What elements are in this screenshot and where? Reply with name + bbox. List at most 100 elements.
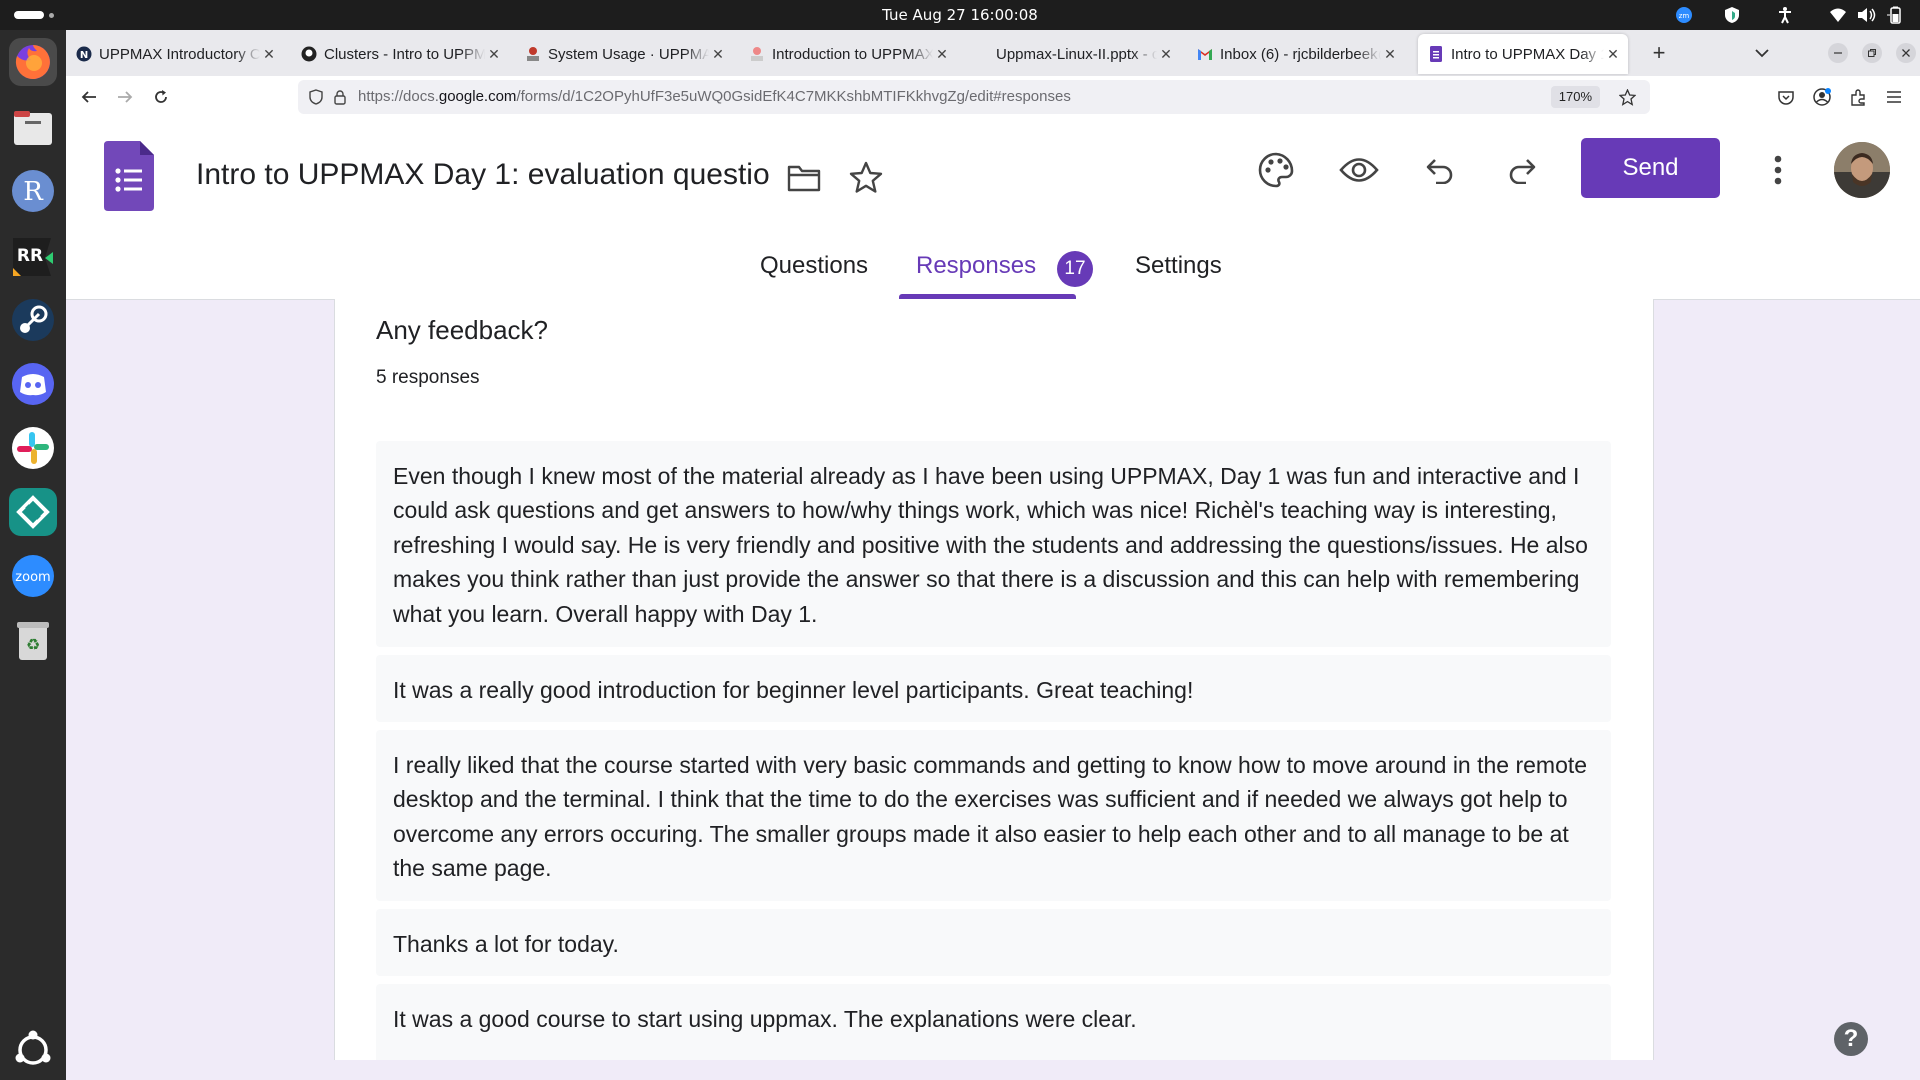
account-icon[interactable] [1812, 87, 1832, 107]
r-icon[interactable]: R [9, 167, 57, 215]
folder-icon[interactable] [786, 161, 822, 195]
back-icon[interactable] [76, 84, 102, 110]
gmail-icon [1197, 46, 1213, 62]
close-icon[interactable]: ✕ [1157, 46, 1175, 63]
svg-text:zm: zm [1679, 12, 1690, 20]
files-icon[interactable] [9, 103, 57, 151]
tab-label: Inbox (6) - rjcbilderbeek@ [1220, 45, 1381, 63]
firefox-icon[interactable] [9, 38, 57, 86]
discord-icon[interactable] [9, 360, 57, 408]
accessibility-icon[interactable] [1775, 5, 1795, 25]
battery-icon[interactable] [1884, 5, 1906, 25]
tab-introduction-uppmax[interactable]: Introduction to UPPMAX ✕ [739, 34, 957, 74]
close-icon[interactable]: ✕ [260, 46, 278, 63]
close-icon[interactable]: ✕ [933, 46, 951, 63]
redo-icon[interactable] [1502, 150, 1542, 190]
lock-icon[interactable] [332, 89, 348, 105]
url-path: /forms/d/1C2OPyhUfF3e5uWQ0GsidEfK4C7MKKs… [516, 88, 1071, 105]
response-item: Even though I knew most of the material … [376, 441, 1611, 647]
uppmax-icon [525, 46, 541, 62]
svg-text:♻: ♻ [26, 635, 40, 654]
tab-inbox[interactable]: Inbox (6) - rjcbilderbeek@ ✕ [1187, 34, 1405, 74]
preview-eye-icon[interactable] [1338, 150, 1380, 190]
new-tab-icon[interactable]: + [1646, 40, 1672, 66]
system-clock[interactable]: Tue Aug 27 16:00:08 [0, 6, 1920, 24]
svg-text:zoom: zoom [15, 570, 50, 585]
volume-icon[interactable] [1856, 5, 1878, 25]
close-icon[interactable]: ✕ [485, 46, 503, 63]
google-forms-logo-icon[interactable] [104, 141, 154, 211]
tab-intro-uppmax-day1-form[interactable]: Intro to UPPMAX Day 1: e ✕ [1418, 34, 1628, 74]
svg-text:R: R [23, 177, 44, 207]
palette-icon[interactable] [1256, 150, 1296, 190]
response-item: It was a really good introduction for be… [376, 655, 1611, 722]
wifi-icon[interactable] [1828, 5, 1848, 25]
close-icon[interactable]: ✕ [709, 46, 727, 63]
tab-responses[interactable]: Responses [916, 252, 1036, 280]
zoom-level[interactable]: 170% [1550, 86, 1600, 108]
close-icon[interactable]: ✕ [1381, 46, 1399, 63]
avatar[interactable] [1834, 142, 1890, 198]
svg-text:RR: RR [17, 246, 43, 266]
system-top-bar: Tue Aug 27 16:00:08 zm [0, 0, 1920, 30]
tab-uppmax-linux-pptx[interactable]: Uppmax-Linux-II.pptx - c_560 ✕ [963, 34, 1181, 74]
uppmax-icon [749, 46, 765, 62]
show-apps-icon[interactable] [9, 1026, 57, 1074]
tab-questions[interactable]: Questions [760, 252, 868, 280]
help-button[interactable]: ? [1834, 1022, 1868, 1056]
send-button[interactable]: Send [1581, 138, 1720, 198]
undo-icon[interactable] [1420, 150, 1460, 190]
chevron-down-icon[interactable] [1749, 42, 1775, 64]
pocket-icon[interactable] [1776, 87, 1796, 107]
tab-label: Introduction to UPPMAX [772, 45, 933, 63]
trash-icon[interactable]: ♻ [9, 616, 57, 664]
tab-settings[interactable]: Settings [1135, 252, 1222, 280]
tab-uppmax-introductory[interactable]: N UPPMAX Introductory Co ✕ [66, 34, 284, 74]
forward-icon[interactable] [112, 84, 138, 110]
gitkraken-icon[interactable] [9, 488, 57, 536]
response-count-badge: 17 [1057, 251, 1093, 287]
restore-icon[interactable] [1862, 43, 1882, 63]
blank-page-icon [973, 46, 989, 62]
more-options-icon[interactable] [1766, 148, 1790, 192]
response-count-text: 5 responses [376, 367, 480, 388]
browser-tab-strip: N UPPMAX Introductory Co ✕ Clusters - In… [66, 30, 1920, 76]
slack-icon[interactable] [9, 424, 57, 472]
forms-icon [1428, 46, 1444, 62]
tab-system-usage[interactable]: System Usage · UPPMAX ✕ [515, 34, 733, 74]
question-summary-card: Any feedback? 5 responses Even though I … [334, 299, 1654, 1060]
bookmark-star-icon[interactable] [1618, 88, 1636, 106]
menu-icon[interactable] [1884, 87, 1904, 107]
reload-icon[interactable] [148, 84, 174, 110]
url-prefix: https://docs. [358, 88, 439, 105]
steam-icon[interactable] [9, 296, 57, 344]
tab-label: UPPMAX Introductory Co [99, 45, 260, 63]
rstudio-icon[interactable]: RR [9, 232, 57, 280]
tab-clusters[interactable]: Clusters - Intro to UPPMA ✕ [291, 34, 509, 74]
response-item: I really liked that the course started w… [376, 730, 1611, 901]
url-domain: google.com [438, 88, 517, 105]
tab-label: Uppmax-Linux-II.pptx - c_560 [996, 45, 1157, 63]
response-item: Thanks a lot for today. [376, 909, 1611, 976]
browser-nav-bar: https://docs.google.com/forms/d/1C2OPyhU… [66, 76, 1920, 119]
form-title[interactable]: Intro to UPPMAX Day 1: evaluation questi… [196, 158, 776, 192]
question-title: Any feedback? [376, 315, 549, 345]
shield-tray-icon[interactable] [1722, 5, 1742, 25]
tab-label: System Usage · UPPMAX [548, 45, 709, 63]
minimize-icon[interactable] [1828, 43, 1848, 63]
url-text[interactable]: https://docs.google.com/forms/d/1C2OPyhU… [358, 88, 1071, 105]
application-dock: R RR zoom ♻ [0, 30, 66, 1080]
star-icon[interactable] [848, 159, 884, 195]
notion-icon: N [76, 46, 92, 62]
tab-label: Clusters - Intro to UPPMA [324, 45, 485, 63]
tracking-shield-icon[interactable] [308, 89, 324, 105]
extensions-icon[interactable] [1848, 87, 1868, 107]
github-icon [301, 46, 317, 62]
zoom-icon[interactable]: zoom [9, 552, 57, 600]
forms-header: Intro to UPPMAX Day 1: evaluation questi… [66, 118, 1920, 300]
tab-label: Intro to UPPMAX Day 1: e [1451, 45, 1604, 63]
zoom-tray-icon[interactable]: zm [1674, 5, 1694, 25]
close-icon[interactable]: ✕ [1604, 46, 1622, 63]
close-window-icon[interactable] [1896, 43, 1916, 63]
address-bar[interactable]: https://docs.google.com/forms/d/1C2OPyhU… [298, 80, 1650, 114]
